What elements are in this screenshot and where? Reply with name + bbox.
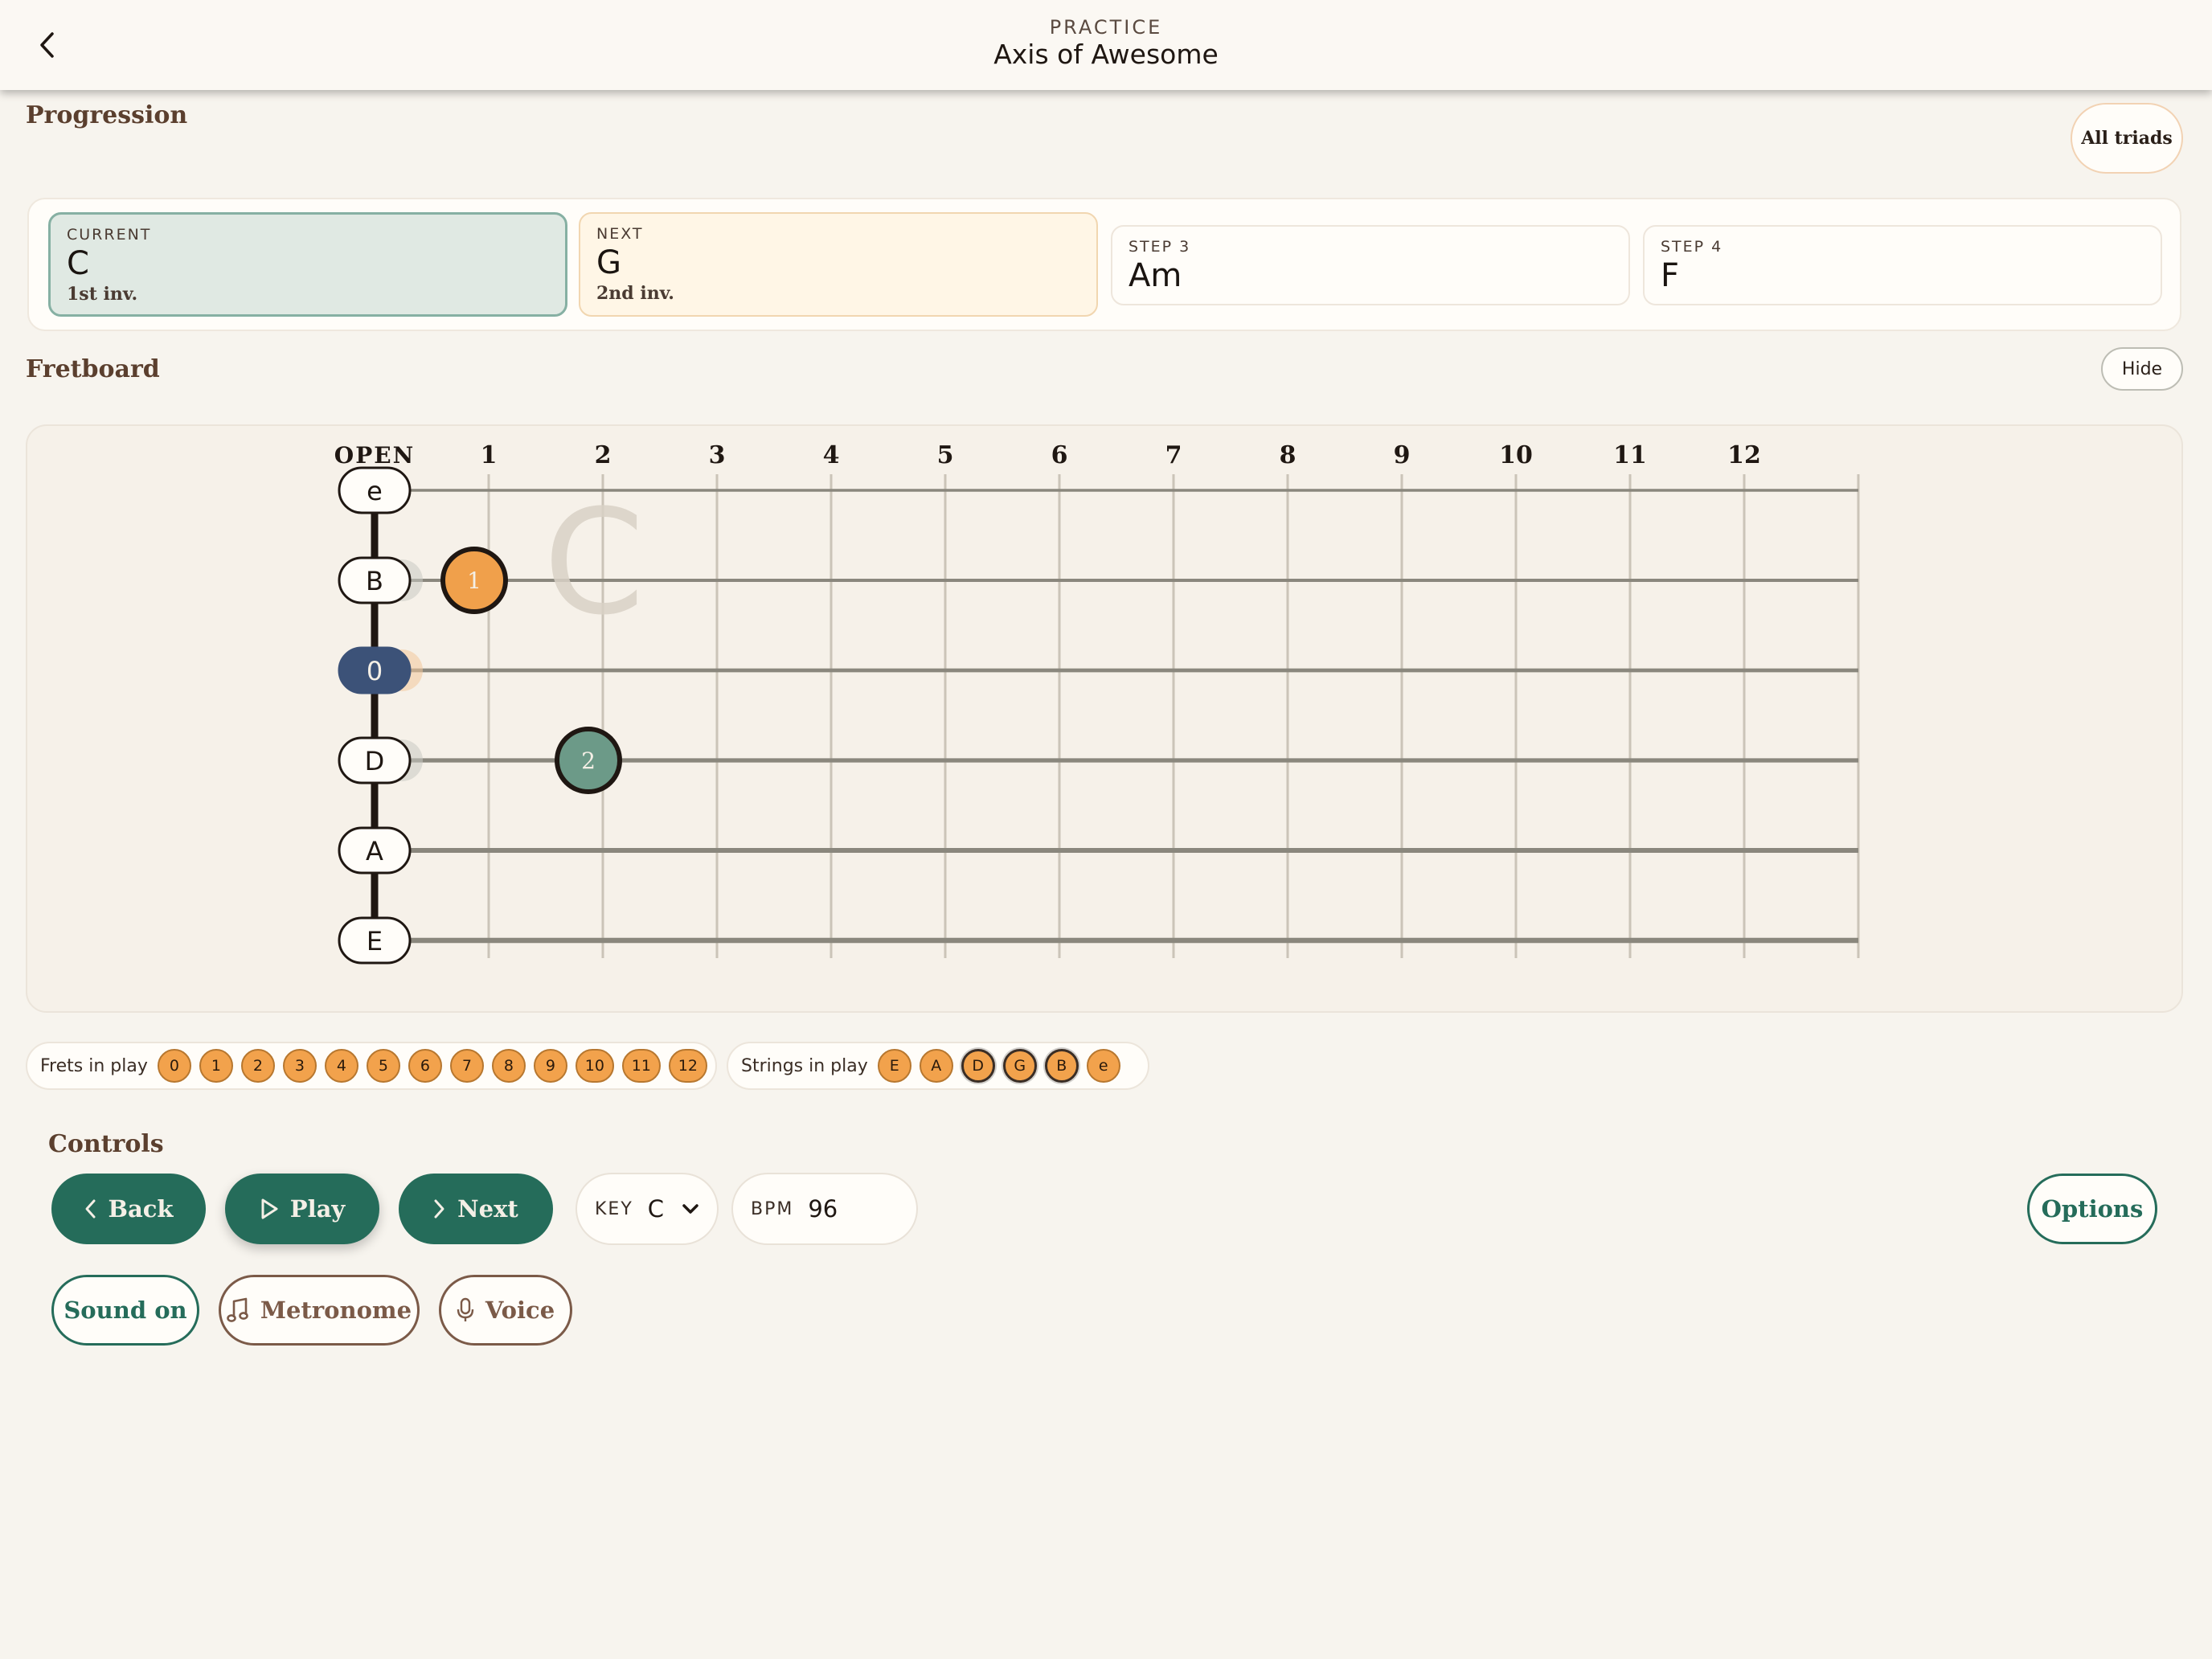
open-string-label: 0 — [367, 656, 383, 686]
progression-panel: CURRENT C 1st inv. NEXT G 2nd inv. STEP … — [27, 198, 2181, 331]
fret-chip[interactable]: 2 — [240, 1049, 275, 1083]
card-inversion: 1st inv. — [67, 284, 138, 305]
card-label: CURRENT — [67, 226, 152, 244]
chevron-right-icon — [434, 1199, 444, 1219]
sound-toggle-button[interactable]: Sound on — [51, 1275, 199, 1346]
voice-button-label: Voice — [485, 1296, 555, 1324]
fret-number-label: 12 — [1727, 441, 1761, 469]
card-label: NEXT — [596, 225, 644, 243]
card-label: STEP 3 — [1129, 238, 1191, 256]
chevron-down-icon — [682, 1204, 698, 1214]
key-label: KEY — [595, 1198, 633, 1219]
fret-chip[interactable]: 9 — [533, 1049, 567, 1083]
play-button-label: Play — [289, 1195, 346, 1223]
open-string-label: e — [367, 476, 383, 506]
fret-chip[interactable]: 3 — [282, 1049, 317, 1083]
fret-number-label: 9 — [1394, 441, 1411, 469]
fretboard-diagram: OPEN 1 2 3 4 5 6 7 8 9 10 11 12CeB0DAE12 — [334, 441, 1860, 965]
fret-number-label: 7 — [1165, 441, 1182, 469]
string-chip[interactable]: A — [919, 1049, 953, 1083]
string-chip[interactable]: G — [1002, 1049, 1037, 1083]
fret-number-label: OPEN — [334, 442, 415, 469]
progression-card-current[interactable]: CURRENT C 1st inv. — [48, 212, 567, 317]
frets-in-play-strip: Frets in play 0 1 2 3 4 5 6 7 8 9 10 11 12 — [26, 1042, 717, 1090]
strings-in-play-strip: Strings in play EADGBe — [727, 1042, 1149, 1090]
options-button[interactable]: Options — [2027, 1174, 2157, 1244]
fretboard-panel: OPEN 1 2 3 4 5 6 7 8 9 10 11 12 Ce B 0 D A E 1 2 — [26, 424, 2183, 1013]
string-chip[interactable]: E — [877, 1049, 911, 1083]
frets-in-play-label: Frets in play — [40, 1055, 148, 1076]
bpm-value[interactable]: 96 — [808, 1195, 838, 1223]
fret-number-label: 6 — [1051, 441, 1068, 469]
card-chord: F — [1661, 257, 1680, 294]
play-button[interactable]: Play — [225, 1174, 379, 1244]
top-bar: PRACTICE Axis of Awesome — [0, 0, 2212, 90]
progression-card-step3[interactable]: STEP 3 Am — [1111, 225, 1630, 305]
hide-fretboard-button[interactable]: Hide — [2101, 347, 2183, 391]
card-inversion: 2nd inv. — [596, 283, 674, 304]
fret-number-label: 3 — [709, 441, 726, 469]
fret-chip[interactable]: 0 — [157, 1049, 191, 1083]
next-button[interactable]: Next — [399, 1174, 553, 1244]
fret-chip[interactable]: 12 — [668, 1049, 707, 1083]
key-select[interactable]: KEY C — [576, 1173, 719, 1245]
fret-chip-list: 0 1 2 3 4 5 6 7 8 9 10 11 12 — [157, 1049, 715, 1083]
string-chip-list: EADGBe — [877, 1049, 1129, 1083]
fret-chip[interactable]: 10 — [575, 1049, 614, 1083]
play-icon — [261, 1198, 278, 1219]
string-chip[interactable]: D — [961, 1049, 995, 1083]
chevron-left-icon — [85, 1199, 96, 1219]
fret-number-label: 1 — [481, 441, 498, 469]
chord-watermark: C — [543, 479, 645, 647]
fret-number-label: 11 — [1613, 441, 1647, 469]
open-string-label: E — [367, 926, 383, 956]
fret-chip[interactable]: 11 — [621, 1049, 661, 1083]
strings-in-play-label: Strings in play — [741, 1055, 868, 1076]
open-string-label: A — [366, 836, 383, 866]
bpm-field[interactable]: BPM 96 — [731, 1173, 918, 1245]
music-note-icon — [227, 1297, 248, 1322]
string-chip[interactable]: B — [1044, 1049, 1079, 1083]
key-value: C — [647, 1195, 665, 1223]
fret-chip[interactable]: 1 — [199, 1049, 233, 1083]
fretboard-heading: Fretboard — [26, 355, 160, 383]
progression-heading: Progression — [26, 101, 188, 129]
note-dot-label: 1 — [467, 567, 481, 594]
fret-number-label: 4 — [823, 441, 840, 469]
voice-button[interactable]: Voice — [439, 1275, 572, 1346]
string-chip[interactable]: e — [1086, 1049, 1120, 1083]
card-chord: Am — [1129, 257, 1182, 294]
fret-chip[interactable]: 8 — [491, 1049, 526, 1083]
page-title: Axis of Awesome — [993, 39, 1219, 70]
bpm-label: BPM — [751, 1198, 794, 1219]
fret-number-label: 10 — [1499, 441, 1533, 469]
fret-chip[interactable]: 4 — [324, 1049, 358, 1083]
microphone-icon — [457, 1297, 474, 1321]
back-button-label: Back — [108, 1195, 174, 1223]
progression-card-step4[interactable]: STEP 4 F — [1643, 225, 2162, 305]
back-button[interactable]: Back — [51, 1174, 206, 1244]
fret-chip[interactable]: 6 — [408, 1049, 442, 1083]
metronome-button[interactable]: Metronome — [219, 1275, 420, 1346]
card-chord: C — [67, 245, 89, 282]
open-string-label: B — [366, 566, 383, 596]
metronome-button-label: Metronome — [260, 1296, 412, 1324]
open-string-label: D — [365, 746, 385, 776]
fret-chip[interactable]: 7 — [449, 1049, 484, 1083]
next-button-label: Next — [457, 1195, 518, 1223]
controls-heading: Controls — [48, 1130, 164, 1158]
all-triads-button[interactable]: All triads — [2071, 103, 2183, 174]
progression-card-next[interactable]: NEXT G 2nd inv. — [579, 212, 1098, 317]
card-chord: G — [596, 244, 621, 281]
fret-number-label: 2 — [595, 441, 612, 469]
note-dot-label: 2 — [581, 748, 596, 774]
fret-number-label: 5 — [937, 441, 954, 469]
fret-chip[interactable]: 5 — [366, 1049, 400, 1083]
page-subtitle: PRACTICE — [1049, 16, 1163, 39]
fret-number-label: 8 — [1280, 441, 1296, 469]
card-label: STEP 4 — [1661, 238, 1723, 256]
